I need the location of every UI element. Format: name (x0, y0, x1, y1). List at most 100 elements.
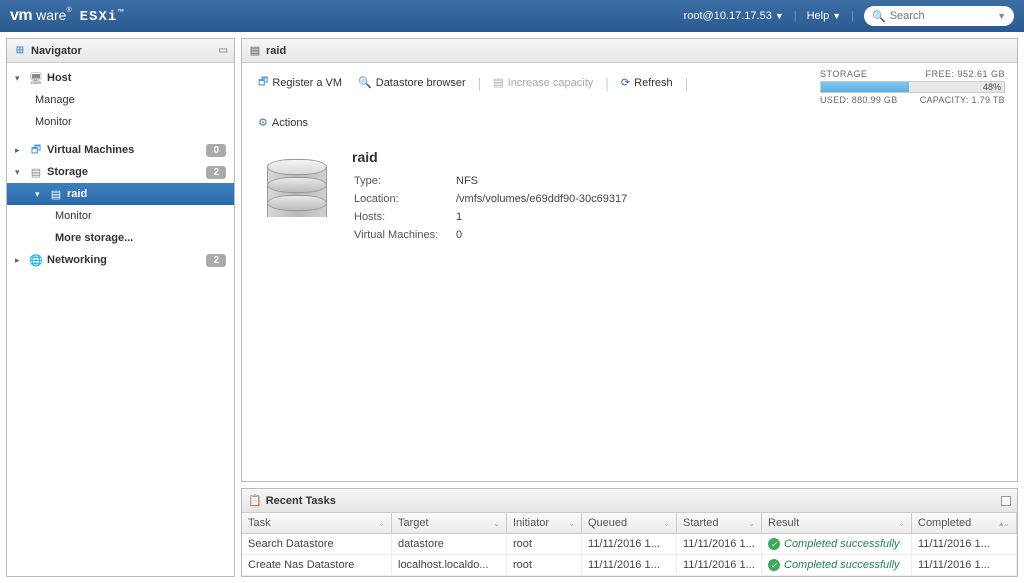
cell-result: ✓Completed successfully (762, 534, 912, 554)
sort-icon: ⌄ (663, 519, 670, 528)
nav-networking[interactable]: ▸ 🌐 Networking 2 (7, 249, 234, 271)
tasks-grid-header: Task⌄ Target⌄ Initiator⌄ Queued⌄ Started… (242, 513, 1017, 534)
nav-tree: ▾ 🖥 Host Manage Monitor ▸ 🗗 Virtual Mach… (7, 63, 234, 275)
search-input[interactable] (890, 10, 997, 22)
refresh-icon: ⟳ (621, 76, 630, 89)
nav-host-label: Host (47, 72, 71, 84)
storage-icon: ▤ (29, 165, 43, 179)
cell-completed: 11/11/2016 1... (912, 534, 1017, 554)
prop-type-label: Type: (354, 173, 454, 189)
tasks-header: 📋 Recent Tasks (242, 489, 1017, 513)
cell-started: 11/11/2016 1... (677, 555, 762, 575)
cell-task: Create Nas Datastore (242, 555, 392, 575)
panel-toggle-icon[interactable] (1001, 496, 1011, 506)
col-initiator[interactable]: Initiator⌄ (507, 513, 582, 533)
col-target[interactable]: Target⌄ (392, 513, 507, 533)
table-row[interactable]: Search Datastoredatastoreroot 11/11/2016 … (242, 534, 1017, 555)
vms-icon: 🗗 (29, 143, 43, 157)
storage-meter: STORAGE FREE: 952.61 GB 48% USED: 880.99… (820, 69, 1005, 105)
browser-icon: 🔍 (358, 76, 372, 89)
datastore-name: raid (352, 149, 629, 165)
increase-icon: ▤ (493, 76, 503, 89)
table-row[interactable]: Create Nas Datastorelocalhost.localdo...… (242, 555, 1017, 576)
tasks-rows: Search Datastoredatastoreroot 11/11/2016 … (242, 534, 1017, 576)
vms-count-badge: 0 (206, 144, 226, 157)
register-icon: 🗗 (258, 73, 268, 92)
help-menu[interactable]: Help ▼ (807, 10, 842, 22)
recent-tasks-panel: 📋 Recent Tasks Task⌄ Target⌄ Initiator⌄ … (241, 488, 1018, 577)
sort-icon: ⌄ (378, 519, 385, 528)
storage-count-badge: 2 (206, 166, 226, 179)
toolbar: 🗗 Register a VM 🔍 Datastore browser | ▤ … (242, 63, 1017, 139)
sort-icon: ▴⌄ (999, 519, 1010, 528)
datastore-icon: ▤ (49, 187, 63, 201)
cell-initiator: root (507, 555, 582, 575)
datastore-browser-button[interactable]: 🔍 Datastore browser (354, 74, 470, 91)
sort-icon: ⌄ (898, 519, 905, 528)
nav-storage[interactable]: ▾ ▤ Storage 2 (7, 161, 234, 183)
user-menu[interactable]: root@10.17.17.53 ▼ (684, 10, 784, 22)
search-box[interactable]: 🔍 ▼ (864, 6, 1014, 26)
register-vm-button[interactable]: 🗗 Register a VM (254, 71, 346, 94)
collapse-icon[interactable]: ▭ (219, 45, 228, 56)
cell-completed: 11/11/2016 1... (912, 555, 1017, 575)
col-queued[interactable]: Queued⌄ (582, 513, 677, 533)
cell-target: datastore (392, 534, 507, 554)
navigator-panel: ⊞ Navigator ▭ ▾ 🖥 Host Manage Monitor ▸ … (6, 38, 235, 577)
storage-capacity: CAPACITY: 1.79 TB (920, 95, 1005, 105)
prop-type-value: NFS (456, 173, 627, 189)
nav-vms-label: Virtual Machines (47, 144, 134, 156)
prop-vms-label: Virtual Machines: (354, 227, 454, 243)
browser-label: Datastore browser (376, 77, 466, 89)
help-label: Help (807, 10, 830, 22)
storage-free: FREE: 952.61 GB (925, 69, 1005, 79)
nav-manage[interactable]: Manage (7, 89, 234, 111)
col-completed[interactable]: Completed▴⌄ (912, 513, 1017, 533)
tasks-icon: 📋 (248, 494, 262, 507)
topbar: vmware® ESXi™ root@10.17.17.53 ▼ | Help … (0, 0, 1024, 32)
cell-task: Search Datastore (242, 534, 392, 554)
chevron-down-icon: ▼ (997, 11, 1006, 21)
navigator-header: ⊞ Navigator ▭ (7, 39, 234, 63)
separator: | (605, 75, 609, 91)
nav-more-storage[interactable]: More storage... (7, 227, 234, 249)
col-started[interactable]: Started⌄ (677, 513, 762, 533)
networking-count-badge: 2 (206, 254, 226, 267)
storage-bar-fill (821, 82, 909, 92)
actions-button[interactable]: ⚙ Actions (254, 114, 312, 131)
prop-hosts-value: 1 (456, 209, 627, 225)
actions-label: Actions (272, 117, 308, 129)
datastore-detail: raid Type:NFS Location:/vmfs/volumes/e69… (242, 139, 1017, 255)
nav-monitor-label: Monitor (35, 116, 72, 128)
chevron-down-icon: ▼ (775, 11, 784, 21)
nav-raid[interactable]: ▾ ▤ raid (7, 183, 234, 205)
cell-initiator: root (507, 534, 582, 554)
sort-icon: ⌄ (748, 519, 755, 528)
datastore-large-icon (262, 149, 332, 229)
nav-manage-label: Manage (35, 94, 75, 106)
cell-result: ✓Completed successfully (762, 555, 912, 575)
storage-percent: 48% (983, 82, 1001, 92)
collapse-toggle-icon[interactable]: ▾ (35, 189, 45, 200)
nav-monitor[interactable]: Monitor (7, 111, 234, 133)
refresh-button[interactable]: ⟳ Refresh (617, 74, 677, 91)
collapse-toggle-icon[interactable]: ▾ (15, 73, 25, 84)
nav-raid-monitor[interactable]: Monitor (7, 205, 234, 227)
collapse-toggle-icon[interactable]: ▾ (15, 167, 25, 178)
nav-vms[interactable]: ▸ 🗗 Virtual Machines 0 (7, 139, 234, 161)
cell-target: localhost.localdo... (392, 555, 507, 575)
col-result[interactable]: Result⌄ (762, 513, 912, 533)
user-label: root@10.17.17.53 (684, 10, 772, 22)
col-task[interactable]: Task⌄ (242, 513, 392, 533)
navigator-icon: ⊞ (13, 44, 27, 58)
nav-raid-monitor-label: Monitor (55, 210, 92, 222)
expand-toggle-icon[interactable]: ▸ (15, 255, 25, 266)
nav-networking-label: Networking (47, 254, 107, 266)
host-icon: 🖥 (29, 71, 43, 85)
check-icon: ✓ (768, 538, 780, 550)
nav-host[interactable]: ▾ 🖥 Host (7, 67, 234, 89)
chevron-down-icon: ▼ (832, 11, 841, 21)
navigator-title: Navigator (31, 45, 82, 57)
expand-toggle-icon[interactable]: ▸ (15, 145, 25, 156)
gear-icon: ⚙ (258, 116, 268, 129)
